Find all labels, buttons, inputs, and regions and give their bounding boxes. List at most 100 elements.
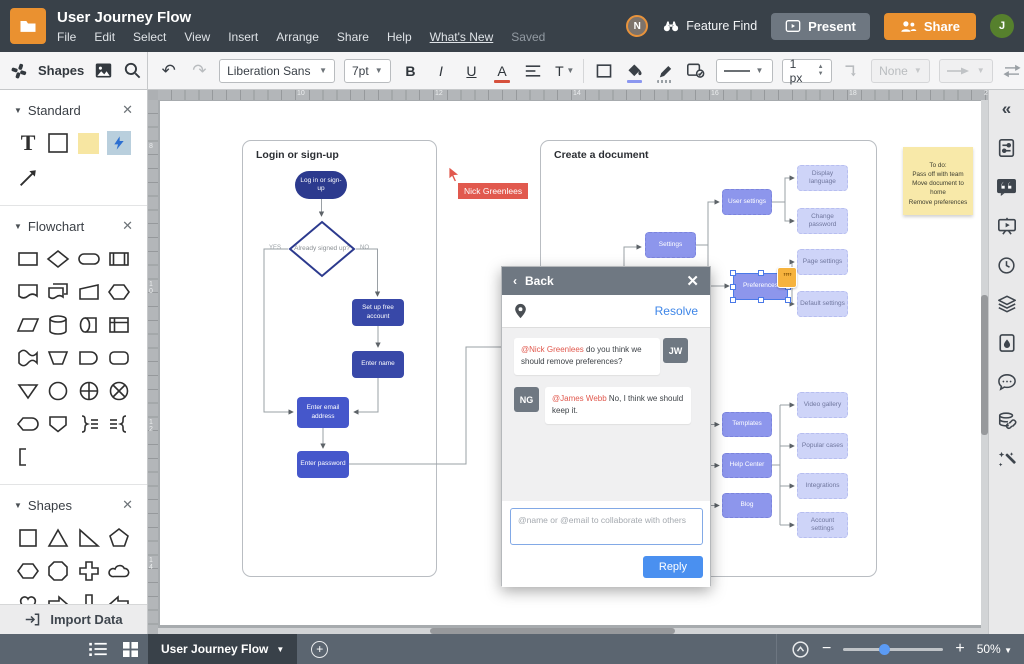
shape-text[interactable]: T	[15, 130, 41, 156]
comment-bubble[interactable]: @James Webb No, I think we should keep i…	[545, 387, 691, 424]
back-button[interactable]: ‹ Back	[513, 274, 554, 288]
menu-view[interactable]: View	[184, 30, 210, 44]
shapes-panel-toggle[interactable]: Shapes	[38, 63, 84, 78]
node-display-language[interactable]: Display language	[797, 165, 848, 191]
flowchart-database[interactable]	[45, 312, 71, 338]
present-button[interactable]: Present	[771, 12, 870, 40]
node-default-settings[interactable]: Default settings	[797, 291, 848, 317]
collapse-panel-icon[interactable]: «	[996, 98, 1018, 120]
insert-image-button[interactable]	[94, 60, 113, 82]
reply-button[interactable]: Reply	[642, 556, 703, 578]
zoom-in-button[interactable]: +	[955, 641, 964, 657]
flowchart-connector[interactable]	[45, 378, 71, 404]
feature-find-button[interactable]: Feature Find	[662, 19, 757, 33]
selection-handle[interactable]	[785, 297, 791, 303]
close-icon[interactable]: ✕	[122, 102, 133, 118]
redo-button[interactable]: ↷	[189, 60, 211, 82]
node-user-settings[interactable]: User settings	[722, 189, 772, 215]
node-settings[interactable]: Settings	[645, 232, 696, 258]
node-popular-cases[interactable]: Popular cases	[797, 433, 848, 459]
zoom-slider[interactable]	[843, 643, 944, 655]
flowchart-brace-left[interactable]	[106, 411, 132, 437]
italic-button[interactable]: I	[430, 60, 452, 82]
collaborator-avatar[interactable]: N	[626, 15, 649, 37]
document-settings-icon[interactable]	[996, 137, 1018, 159]
node-enter-email-address[interactable]: Enter email address	[297, 397, 349, 428]
flowchart-or[interactable]	[76, 378, 102, 404]
flowchart-process[interactable]	[15, 246, 41, 272]
node-login-or-signup[interactable]: Log in or sign-up	[295, 171, 347, 199]
flowchart-predefined-process[interactable]	[106, 246, 132, 272]
node-already-signed-up[interactable]: Already signed up?	[288, 220, 356, 278]
node-enter-name[interactable]: Enter name	[352, 351, 404, 378]
home-folder-button[interactable]	[10, 8, 46, 44]
add-page-button[interactable]: +	[311, 640, 329, 658]
container-login-or-signup[interactable]: Login or sign-up	[242, 140, 437, 577]
menu-edit[interactable]: Edit	[94, 30, 115, 44]
search-shapes-button[interactable]	[123, 60, 142, 82]
flowchart-direct-access-storage[interactable]	[76, 312, 102, 338]
conditional-format-button[interactable]	[685, 60, 707, 82]
magic-wand-icon[interactable]	[996, 449, 1018, 471]
line-start-select[interactable]: None ▼	[871, 58, 930, 83]
line-width-stepper[interactable]: 1 px ▲ ▼	[781, 57, 832, 85]
shape-lightning[interactable]	[106, 130, 132, 156]
bold-button[interactable]: B	[400, 60, 422, 82]
selection-handle[interactable]	[730, 283, 736, 290]
flowchart-off-page-connector[interactable]	[45, 411, 71, 437]
comment-marker-icon[interactable]: ””	[777, 267, 797, 288]
selection-handle[interactable]	[757, 270, 764, 276]
flowchart-display[interactable]	[15, 411, 41, 437]
flowchart-brace-right[interactable]	[76, 411, 102, 437]
zoom-level[interactable]: 50% ▼	[977, 642, 1012, 656]
node-set-up-free-account[interactable]: Set up free account	[352, 299, 404, 326]
shape-rectangle[interactable]	[45, 130, 71, 156]
close-icon[interactable]: ✕	[122, 497, 133, 513]
text-options-button[interactable]: T ▼	[552, 60, 574, 82]
scrollbar-thumb[interactable]	[981, 295, 988, 435]
mention-link[interactable]: @Nick Greenlees	[521, 345, 584, 354]
vertical-scrollbar[interactable]	[981, 100, 988, 628]
resolve-button[interactable]: Resolve	[655, 304, 698, 318]
zoom-out-button[interactable]: −	[822, 641, 831, 657]
flowchart-terminator[interactable]	[76, 246, 102, 272]
node-account-settings[interactable]: Account settings	[797, 512, 848, 538]
flowchart-decision[interactable]	[45, 246, 71, 272]
sticky-note[interactable]: To do: Pass off with team Move document …	[903, 147, 973, 215]
line-end-select[interactable]: ▼	[938, 58, 993, 83]
layers-icon[interactable]	[996, 293, 1018, 315]
menu-select[interactable]: Select	[133, 30, 166, 44]
share-button[interactable]: Share	[883, 12, 976, 40]
flowchart-preparation[interactable]	[106, 279, 132, 305]
node-change-password[interactable]: Change password	[797, 208, 848, 234]
line-color-button[interactable]	[654, 60, 676, 83]
flowchart-alternate-process[interactable]	[106, 345, 132, 371]
menu-insert[interactable]: Insert	[228, 30, 258, 44]
shape-sticky-note[interactable]	[76, 130, 102, 156]
fill-color-button[interactable]	[624, 60, 646, 83]
shape-pentagon[interactable]	[106, 525, 132, 551]
font-size-select[interactable]: 7pt ▼	[344, 58, 391, 83]
shape-right-triangle[interactable]	[76, 525, 102, 551]
flowchart-data[interactable]	[15, 312, 41, 338]
flowchart-text-bracket[interactable]	[15, 444, 41, 470]
shapes-section-header[interactable]: ▼ Shapes ✕	[0, 485, 147, 519]
presentation-mode-icon[interactable]	[791, 640, 810, 659]
flowchart-manual-operation[interactable]	[45, 345, 71, 371]
text-color-button[interactable]: A	[491, 60, 513, 83]
zoom-slider-knob[interactable]	[879, 643, 891, 655]
node-enter-password[interactable]: Enter password	[297, 451, 349, 478]
menu-whats-new[interactable]: What's New	[430, 30, 494, 44]
flowchart-document[interactable]	[15, 279, 41, 305]
menu-file[interactable]: File	[57, 30, 76, 44]
user-avatar[interactable]: J	[990, 14, 1014, 38]
close-icon[interactable]: ✕	[686, 272, 699, 290]
flowchart-internal-storage[interactable]	[106, 312, 132, 338]
location-pin-icon[interactable]	[514, 303, 527, 319]
flowchart-summing-junction[interactable]	[106, 378, 132, 404]
chat-icon[interactable]	[996, 371, 1018, 393]
shape-cloud[interactable]	[106, 558, 132, 584]
close-icon[interactable]: ✕	[122, 218, 133, 234]
comments-icon[interactable]	[996, 176, 1018, 198]
menu-help[interactable]: Help	[387, 30, 412, 44]
